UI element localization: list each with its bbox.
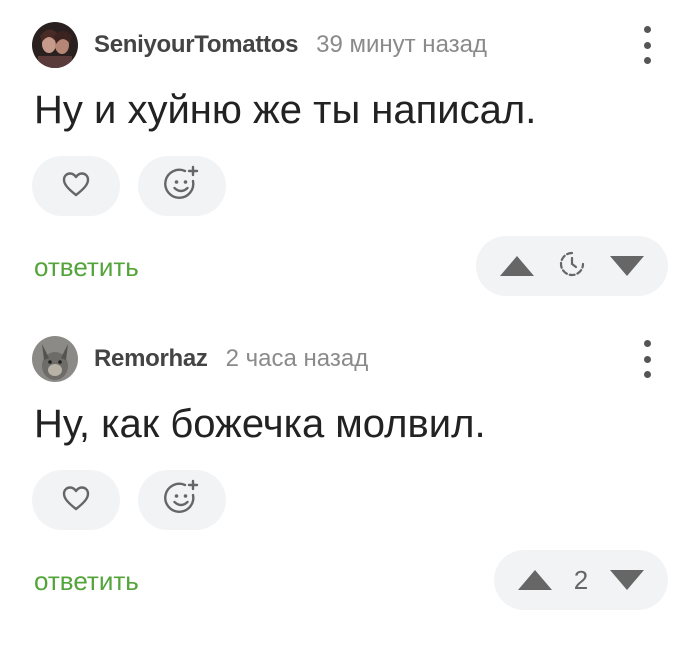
heart-icon <box>61 484 91 517</box>
pending-clock-icon <box>558 250 586 283</box>
add-reaction-button[interactable] <box>138 470 226 530</box>
vote-control: 2 <box>494 550 668 610</box>
add-reaction-button[interactable] <box>138 156 226 216</box>
timestamp: 39 минут назад <box>316 31 487 58</box>
timestamp: 2 часа назад <box>225 345 369 372</box>
reply-link[interactable]: ответить <box>34 566 139 597</box>
reply-link[interactable]: ответить <box>34 252 139 283</box>
avatar[interactable] <box>32 336 78 382</box>
add-emoji-icon <box>162 478 202 523</box>
heart-icon <box>61 170 91 203</box>
comment-header: SeniyourTomattos 39 минут назад <box>32 22 487 68</box>
more-options-icon[interactable] <box>640 26 654 64</box>
upvote-icon[interactable] <box>516 568 554 592</box>
comment-text: Ну, как божечка молвил. <box>34 402 486 446</box>
avatar[interactable] <box>32 22 78 68</box>
comment-header: Remorhaz 2 часа назад <box>32 336 368 382</box>
rating-score: 2 <box>573 564 589 595</box>
upvote-icon[interactable] <box>498 254 536 278</box>
downvote-icon[interactable] <box>608 568 646 592</box>
like-button[interactable] <box>32 470 120 530</box>
username[interactable]: SeniyourTomattos <box>94 31 298 59</box>
more-options-icon[interactable] <box>640 340 654 378</box>
downvote-icon[interactable] <box>608 254 646 278</box>
username[interactable]: Remorhaz <box>94 345 208 373</box>
add-emoji-icon <box>162 164 202 209</box>
comment-text: Ну и хуйню же ты написал. <box>34 88 537 132</box>
vote-control <box>476 236 668 296</box>
like-button[interactable] <box>32 156 120 216</box>
